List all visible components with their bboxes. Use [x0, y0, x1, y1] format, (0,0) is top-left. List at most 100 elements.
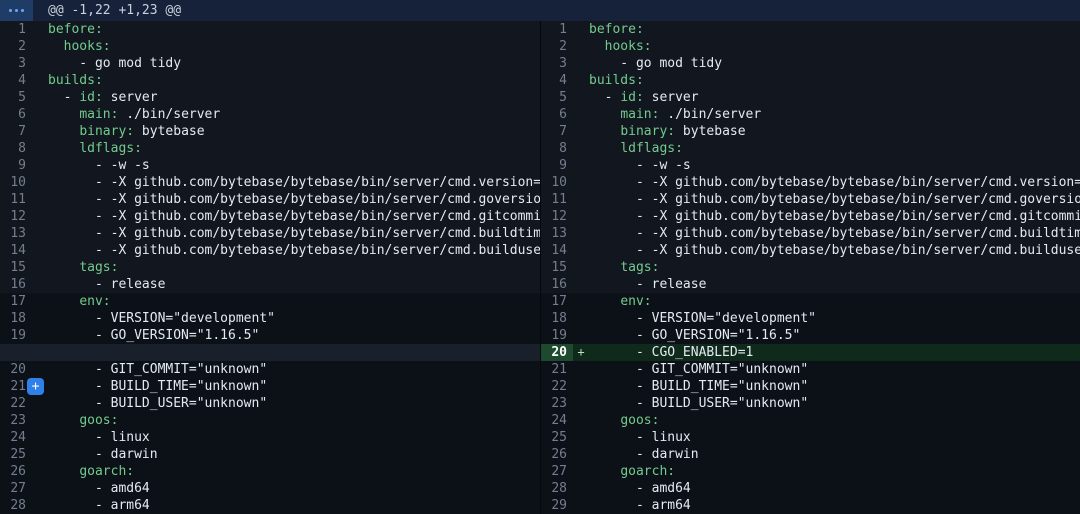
- code-text: -: [589, 90, 620, 105]
- line-number[interactable]: 14: [0, 242, 32, 259]
- line-number[interactable]: 5: [541, 89, 573, 106]
- line-number[interactable]: 16: [0, 276, 32, 293]
- yaml-key: binary:: [620, 124, 675, 139]
- diff-marker: [32, 72, 48, 89]
- diff-row: 22 - BUILD_TIME="unknown": [541, 378, 1080, 395]
- line-number[interactable]: 13: [0, 225, 32, 242]
- code-text: [48, 294, 79, 309]
- code-text: - -X github.com/bytebase/bytebase/bin/se…: [589, 192, 1080, 207]
- line-number[interactable]: 26: [541, 446, 573, 463]
- diff-row: 16 - release: [541, 276, 1080, 293]
- line-number[interactable]: 10: [0, 174, 32, 191]
- line-number[interactable]: 15: [541, 259, 573, 276]
- line-number[interactable]: 17: [0, 293, 32, 310]
- code-text: [589, 124, 620, 139]
- diff-marker: [32, 55, 48, 72]
- line-number[interactable]: 12: [0, 208, 32, 225]
- code-text: - GIT_COMMIT="unknown": [48, 362, 267, 377]
- line-number[interactable]: 2: [0, 38, 32, 55]
- code-text: - -X github.com/bytebase/bytebase/bin/se…: [48, 175, 540, 190]
- diff-row: 27 - amd64: [0, 480, 540, 497]
- code-line: - CGO_ENABLED=1: [589, 344, 753, 361]
- diff-row: 17 env:: [541, 293, 1080, 310]
- line-number[interactable]: 1: [541, 21, 573, 38]
- code-line: - BUILD_TIME="unknown": [48, 378, 267, 395]
- diff-marker: [573, 89, 589, 106]
- line-number[interactable]: 16: [541, 276, 573, 293]
- line-number[interactable]: 24: [541, 412, 573, 429]
- code-line: - arm64: [589, 497, 691, 514]
- line-number[interactable]: 19: [541, 327, 573, 344]
- line-number[interactable]: 6: [541, 106, 573, 123]
- line-number[interactable]: 28: [541, 480, 573, 497]
- line-number[interactable]: 18: [541, 310, 573, 327]
- line-number[interactable]: 1: [0, 21, 32, 38]
- code-line: - darwin: [589, 446, 699, 463]
- expand-lines-button[interactable]: [0, 0, 33, 21]
- line-number[interactable]: 24: [0, 429, 32, 446]
- line-number[interactable]: 22: [541, 378, 573, 395]
- code-text: - go mod tidy: [48, 56, 181, 71]
- line-number[interactable]: 28: [0, 497, 32, 514]
- diff-row: 15 tags:: [541, 259, 1080, 276]
- line-number[interactable]: 15: [0, 259, 32, 276]
- line-number[interactable]: 25: [0, 446, 32, 463]
- code-line: - -X github.com/bytebase/bytebase/bin/se…: [48, 208, 540, 225]
- code-line: - -X github.com/bytebase/bytebase/bin/se…: [48, 191, 540, 208]
- line-number[interactable]: 27: [541, 463, 573, 480]
- diff-marker: [32, 310, 48, 327]
- diff-marker: [32, 361, 48, 378]
- line-number[interactable]: 11: [541, 191, 573, 208]
- line-number[interactable]: 7: [0, 123, 32, 140]
- line-number[interactable]: 3: [541, 55, 573, 72]
- line-number[interactable]: 8: [0, 140, 32, 157]
- line-number[interactable]: 20: [541, 344, 573, 361]
- code-text: - -X github.com/bytebase/bytebase/bin/se…: [48, 209, 540, 224]
- line-number[interactable]: 18: [0, 310, 32, 327]
- code-text: - GIT_COMMIT="unknown": [589, 362, 808, 377]
- line-number[interactable]: 25: [541, 429, 573, 446]
- diff-marker: [573, 446, 589, 463]
- code-line: - -X github.com/bytebase/bytebase/bin/se…: [48, 174, 540, 191]
- line-number[interactable]: 4: [541, 72, 573, 89]
- diff-marker: [573, 123, 589, 140]
- line-number[interactable]: 4: [0, 72, 32, 89]
- line-number[interactable]: 2: [541, 38, 573, 55]
- line-number[interactable]: 3: [0, 55, 32, 72]
- code-line: goos:: [589, 412, 659, 429]
- line-number[interactable]: 19: [0, 327, 32, 344]
- code-line: main: ./bin/server: [48, 106, 220, 123]
- line-number[interactable]: 5: [0, 89, 32, 106]
- line-number[interactable]: 6: [0, 106, 32, 123]
- line-number[interactable]: 9: [541, 157, 573, 174]
- diff-row: 18 - VERSION="development": [0, 310, 540, 327]
- line-number[interactable]: 21: [541, 361, 573, 378]
- line-number[interactable]: 12: [541, 208, 573, 225]
- line-number[interactable]: 10: [541, 174, 573, 191]
- code-text: - arm64: [48, 498, 150, 513]
- code-line: - -w -s: [48, 157, 150, 174]
- line-number[interactable]: 20: [0, 361, 32, 378]
- line-number[interactable]: 23: [0, 412, 32, 429]
- line-number[interactable]: 13: [541, 225, 573, 242]
- diff-marker: [573, 497, 589, 514]
- line-number[interactable]: 17: [541, 293, 573, 310]
- code-line: - -X github.com/bytebase/bytebase/bin/se…: [589, 242, 1080, 259]
- yaml-key: before:: [589, 22, 644, 37]
- line-number[interactable]: 22: [0, 395, 32, 412]
- line-number[interactable]: 23: [541, 395, 573, 412]
- line-number[interactable]: 9: [0, 157, 32, 174]
- line-number[interactable]: 14: [541, 242, 573, 259]
- add-comment-button[interactable]: +: [27, 378, 44, 395]
- line-number[interactable]: 26: [0, 463, 32, 480]
- code-line: before:: [48, 21, 103, 38]
- diff-row: 14 - -X github.com/bytebase/bytebase/bin…: [541, 242, 1080, 259]
- line-number[interactable]: 7: [541, 123, 573, 140]
- diff-row: 11 - -X github.com/bytebase/bytebase/bin…: [0, 191, 540, 208]
- line-number[interactable]: 29: [541, 497, 573, 514]
- line-number[interactable]: 8: [541, 140, 573, 157]
- line-number[interactable]: 27: [0, 480, 32, 497]
- code-line: - GIT_COMMIT="unknown": [48, 361, 267, 378]
- line-number[interactable]: 11: [0, 191, 32, 208]
- code-text: - arm64: [589, 498, 691, 513]
